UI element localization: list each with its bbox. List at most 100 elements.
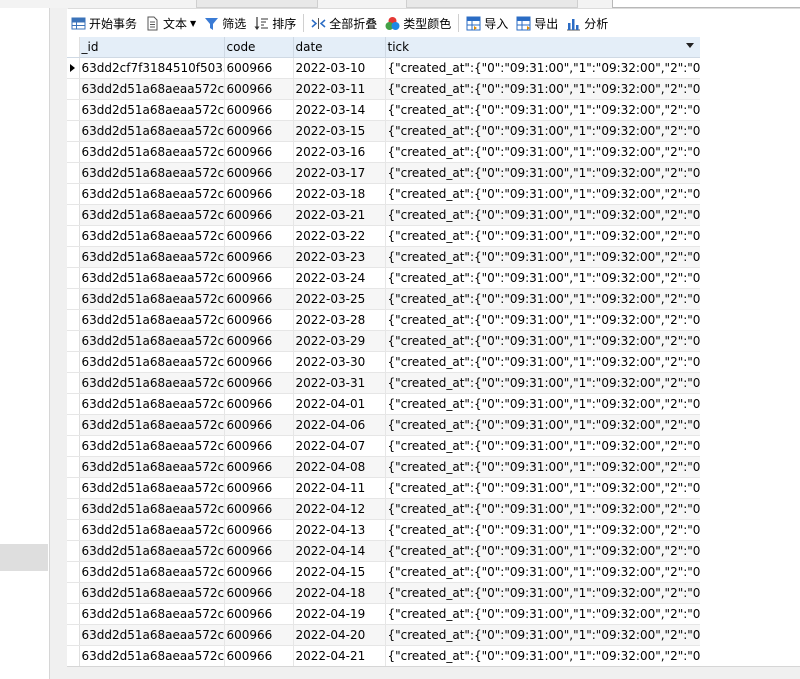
filter-button[interactable]: 筛选 <box>200 12 250 34</box>
cell-id[interactable]: 63dd2d51a68aeaa572cc7 <box>79 309 225 331</box>
cell-tick[interactable]: {"created_at":{"0":"09:31:00","1":"09:32… <box>385 183 701 205</box>
cell-code[interactable]: 600966 <box>224 498 294 520</box>
cell-code[interactable]: 600966 <box>224 162 294 184</box>
cell-date[interactable]: 2022-04-08 <box>293 456 386 478</box>
cell-tick[interactable]: {"created_at":{"0":"09:31:00","1":"09:32… <box>385 120 701 142</box>
cell-id[interactable]: 63dd2d51a68aeaa572cc7 <box>79 603 225 625</box>
horizontal-scrollbar[interactable] <box>67 666 800 679</box>
collapse-all-button[interactable]: 全部折叠 <box>307 12 381 34</box>
cell-date[interactable]: 2022-04-07 <box>293 435 386 457</box>
cell-id[interactable]: 63dd2d51a68aeaa572cc7 <box>79 477 225 499</box>
cell-date[interactable]: 2022-03-25 <box>293 288 386 310</box>
cell-code[interactable]: 600966 <box>224 204 294 226</box>
cell-tick[interactable]: {"created_at":{"0":"09:31:00","1":"09:32… <box>385 204 701 226</box>
cell-tick[interactable]: {"created_at":{"0":"09:31:00","1":"09:32… <box>385 78 701 100</box>
cell-date[interactable]: 2022-04-20 <box>293 624 386 646</box>
row-indicator[interactable] <box>67 435 80 457</box>
table-row[interactable]: 63dd2d51a68aeaa572cc7 600966 2022-04-20 {"c… <box>67 624 701 646</box>
table-row[interactable]: 63dd2d51a68aeaa572cc7 600966 2022-03-28 {"c… <box>67 309 701 331</box>
cell-date[interactable]: 2022-04-18 <box>293 582 386 604</box>
cell-code[interactable]: 600966 <box>224 582 294 604</box>
cell-tick[interactable]: {"created_at":{"0":"09:31:00","1":"09:32… <box>385 225 701 247</box>
cell-code[interactable]: 600966 <box>224 225 294 247</box>
cell-id[interactable]: 63dd2d51a68aeaa572cc7 <box>79 141 225 163</box>
table-row[interactable]: 63dd2d51a68aeaa572cc7 600966 2022-04-15 {"c… <box>67 561 701 583</box>
cell-date[interactable]: 2022-04-14 <box>293 540 386 562</box>
cell-tick[interactable]: {"created_at":{"0":"09:31:00","1":"09:32… <box>385 456 701 478</box>
cell-tick[interactable]: {"created_at":{"0":"09:31:00","1":"09:32… <box>385 351 701 373</box>
cell-id[interactable]: 63dd2d51a68aeaa572cc7 <box>79 225 225 247</box>
cell-id[interactable]: 63dd2d51a68aeaa572cc7 <box>79 645 225 667</box>
cell-id[interactable]: 63dd2d51a68aeaa572cc7 <box>79 183 225 205</box>
cell-code[interactable]: 600966 <box>224 120 294 142</box>
table-row[interactable]: 63dd2d51a68aeaa572cc7 600966 2022-03-23 {"c… <box>67 246 701 268</box>
cell-code[interactable]: 600966 <box>224 57 294 79</box>
cell-code[interactable]: 600966 <box>224 99 294 121</box>
panel-divider[interactable] <box>49 8 68 679</box>
cell-date[interactable]: 2022-04-13 <box>293 519 386 541</box>
cell-id[interactable]: 63dd2d51a68aeaa572cc7 <box>79 435 225 457</box>
cell-id[interactable]: 63dd2d51a68aeaa572cc7 <box>79 330 225 352</box>
cell-date[interactable]: 2022-04-12 <box>293 498 386 520</box>
table-row[interactable]: 63dd2d51a68aeaa572cc7 600966 2022-03-21 {"c… <box>67 204 701 226</box>
column-dropdown-icon[interactable] <box>685 43 694 48</box>
cell-date[interactable]: 2022-03-21 <box>293 204 386 226</box>
cell-code[interactable]: 600966 <box>224 141 294 163</box>
cell-tick[interactable]: {"created_at":{"0":"09:31:00","1":"09:32… <box>385 624 701 646</box>
cell-date[interactable]: 2022-03-23 <box>293 246 386 268</box>
cell-code[interactable]: 600966 <box>224 393 294 415</box>
cell-date[interactable]: 2022-03-14 <box>293 99 386 121</box>
cell-date[interactable]: 2022-04-15 <box>293 561 386 583</box>
cell-date[interactable]: 2022-03-17 <box>293 162 386 184</box>
row-indicator[interactable] <box>67 645 80 667</box>
table-row[interactable]: 63dd2d51a68aeaa572cc7 600966 2022-04-11 {"c… <box>67 477 701 499</box>
table-row[interactable]: 63dd2d51a68aeaa572cc7 600966 2022-04-19 {"c… <box>67 603 701 625</box>
sort-button[interactable]: 排序 <box>250 12 300 34</box>
table-row[interactable]: 63dd2d51a68aeaa572cc7 600966 2022-04-18 {"c… <box>67 582 701 604</box>
cell-date[interactable]: 2022-03-28 <box>293 309 386 331</box>
cell-code[interactable]: 600966 <box>224 330 294 352</box>
cell-code[interactable]: 600966 <box>224 78 294 100</box>
cell-date[interactable]: 2022-04-19 <box>293 603 386 625</box>
table-row[interactable]: 63dd2d51a68aeaa572cc7 600966 2022-03-22 {"c… <box>67 225 701 247</box>
table-row[interactable]: 63dd2d51a68aeaa572cc7 600966 2022-03-16 {"c… <box>67 141 701 163</box>
cell-code[interactable]: 600966 <box>224 456 294 478</box>
row-indicator[interactable] <box>67 393 80 415</box>
type-color-button[interactable]: 类型颜色 <box>381 12 455 34</box>
table-row[interactable]: 63dd2d51a68aeaa572cc7 600966 2022-04-14 {"c… <box>67 540 701 562</box>
row-indicator[interactable] <box>67 78 80 100</box>
cell-id[interactable]: 63dd2d51a68aeaa572cc7 <box>79 351 225 373</box>
cell-date[interactable]: 2022-04-11 <box>293 477 386 499</box>
cell-tick[interactable]: {"created_at":{"0":"09:31:00","1":"09:32… <box>385 477 701 499</box>
tab-fragment[interactable] <box>196 0 318 8</box>
cell-code[interactable]: 600966 <box>224 540 294 562</box>
column-header-id[interactable]: _id <box>79 37 225 58</box>
cell-code[interactable]: 600966 <box>224 267 294 289</box>
row-indicator[interactable] <box>67 498 80 520</box>
cell-date[interactable]: 2022-04-01 <box>293 393 386 415</box>
left-panel-scroll-thumb[interactable] <box>0 544 48 571</box>
table-row[interactable]: 63dd2d51a68aeaa572cc7 600966 2022-03-15 {"c… <box>67 120 701 142</box>
row-indicator[interactable] <box>67 624 80 646</box>
cell-id[interactable]: 63dd2d51a68aeaa572cc7 <box>79 414 225 436</box>
table-row[interactable]: 63dd2cf7f3184510f50354 600966 2022-03-10 {"… <box>67 57 701 79</box>
row-indicator[interactable] <box>67 603 80 625</box>
column-header-code[interactable]: code <box>224 37 294 58</box>
table-row[interactable]: 63dd2d51a68aeaa572cc7 600966 2022-03-29 {"c… <box>67 330 701 352</box>
cell-id[interactable]: 63dd2cf7f3184510f50354 <box>79 57 225 79</box>
cell-id[interactable]: 63dd2d51a68aeaa572cc7 <box>79 120 225 142</box>
cell-id[interactable]: 63dd2d51a68aeaa572cc7 <box>79 561 225 583</box>
cell-id[interactable]: 63dd2d51a68aeaa572cc7 <box>79 498 225 520</box>
column-header-tick[interactable]: tick <box>385 37 701 58</box>
row-indicator[interactable] <box>67 519 80 541</box>
cell-id[interactable]: 63dd2d51a68aeaa572cc7 <box>79 456 225 478</box>
cell-code[interactable]: 600966 <box>224 603 294 625</box>
cell-code[interactable]: 600966 <box>224 183 294 205</box>
row-indicator[interactable] <box>67 330 80 352</box>
column-header-date[interactable]: date <box>293 37 386 58</box>
cell-tick[interactable]: {"created_at":{"0":"09:31:00","1":"09:32… <box>385 57 701 79</box>
cell-code[interactable]: 600966 <box>224 477 294 499</box>
row-indicator[interactable] <box>67 162 80 184</box>
row-indicator[interactable] <box>67 120 80 142</box>
row-indicator[interactable] <box>67 57 80 79</box>
